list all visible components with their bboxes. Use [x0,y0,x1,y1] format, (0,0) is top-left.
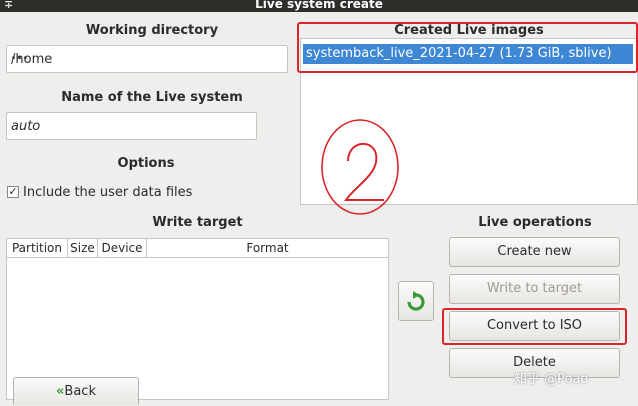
live-name-label: Name of the Live system [61,90,243,105]
check-mark-icon: ✓ [8,185,18,198]
browse-button[interactable]: ... [11,48,279,63]
refresh-icon [407,291,425,311]
annotation-circle-2 [321,119,399,215]
create-new-button[interactable]: Create new [449,237,620,267]
watermark-text: 知乎 @Poao [514,372,589,387]
include-user-data-checkbox[interactable]: ✓ [7,186,19,198]
column-partition[interactable]: Partition [7,239,68,257]
refresh-button[interactable] [398,281,434,321]
column-size[interactable]: Size [68,239,98,257]
table-header: Partition Size Device Format [7,239,388,258]
annotation-highlight-box [442,308,627,345]
working-directory-field[interactable]: /home ... [6,45,288,73]
working-directory-label: Working directory [85,23,219,38]
options-label: Options [117,156,175,171]
annotation-highlight-box [297,22,638,73]
live-operations-label: Live operations [478,215,592,230]
title-bar: ∓ Live system create [0,0,638,12]
include-user-data-label[interactable]: Include the user data files [23,185,192,200]
window-title: Live system create [255,0,383,11]
column-device[interactable]: Device [98,239,147,257]
live-name-value: auto [11,119,41,134]
write-to-target-button[interactable]: Write to target [449,274,620,304]
live-name-input[interactable]: auto [6,112,257,140]
write-target-table[interactable]: Partition Size Device Format [6,238,389,400]
back-button[interactable]: «Back [13,377,139,405]
column-format[interactable]: Format [147,239,388,257]
